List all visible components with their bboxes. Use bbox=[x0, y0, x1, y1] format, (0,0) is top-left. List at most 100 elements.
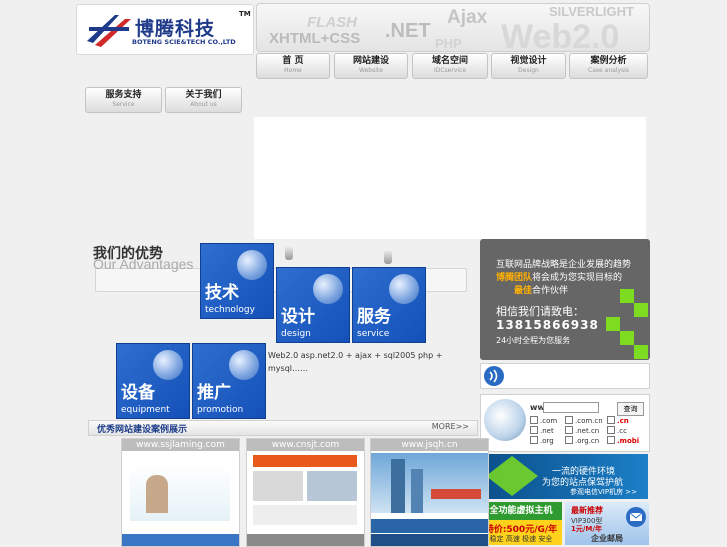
virtual-host-features: 稳定 高速 极速 安全 bbox=[489, 535, 553, 543]
domain-input[interactable] bbox=[543, 402, 599, 413]
domain-option-netcn[interactable]: .net.cn bbox=[565, 426, 599, 435]
domain-option-mobi[interactable]: .mobi bbox=[607, 436, 639, 445]
nav-idc-service[interactable]: 域名空间 IDCservice bbox=[412, 53, 488, 79]
banner-word-php: PHP bbox=[435, 36, 462, 51]
nav-website[interactable]: 网站建设 Website bbox=[334, 53, 408, 79]
decor-square bbox=[620, 289, 634, 303]
promo-line2: 博腾团队将会成为您实现目标的 bbox=[496, 270, 622, 283]
recommend-title: 最新推荐 bbox=[571, 506, 603, 515]
hardware-icon bbox=[486, 456, 538, 496]
nav-case-sub: Case analysis bbox=[588, 67, 629, 74]
tile-service-cn: 服务 bbox=[357, 307, 391, 327]
nav-website-label: 网站建设 bbox=[352, 56, 389, 66]
domain-option-org[interactable]: .org bbox=[530, 436, 554, 445]
chat-icon bbox=[484, 366, 504, 386]
tile-service-en: service bbox=[357, 329, 390, 339]
case-thumb[interactable]: www.cnsjt.com bbox=[246, 438, 365, 547]
cases-title: 优秀网站建设案例展示 bbox=[97, 425, 188, 435]
technology-description: Web2.0 asp.net2.0 + ajax + sql2005 php +… bbox=[268, 351, 443, 373]
case-url: www.cnsjt.com bbox=[247, 439, 364, 451]
nav-website-sub: Website bbox=[359, 67, 383, 74]
nav-service-label: 服务支持 bbox=[105, 90, 142, 100]
cases-more-link[interactable]: MORE>> bbox=[432, 422, 469, 431]
equipment-icon bbox=[153, 350, 183, 380]
nav-home-sub: Home bbox=[284, 67, 302, 74]
promo-line5: 24小时全程为您服务 bbox=[496, 336, 571, 345]
nav-case-label: 案例分析 bbox=[590, 56, 627, 66]
nav-service[interactable]: 服务支持 Service bbox=[85, 87, 162, 113]
domain-option-cn[interactable]: .cn bbox=[607, 416, 629, 425]
enterprise-mail-label: 企业邮局 bbox=[591, 534, 623, 543]
logo-trademark: TM bbox=[239, 10, 251, 18]
tile-promotion-en: promotion bbox=[197, 405, 244, 415]
promo-team: 博腾团队 bbox=[496, 273, 533, 283]
technology-icon bbox=[237, 250, 267, 280]
nav-idc-label: 域名空间 bbox=[431, 56, 468, 66]
case-thumb[interactable]: www.ssjlaming.com bbox=[121, 438, 240, 547]
cases-header: 优秀网站建设案例展示 MORE>> bbox=[88, 420, 478, 436]
tile-design[interactable]: 设计 design bbox=[276, 267, 350, 343]
nav-about[interactable]: 关于我们 About us bbox=[165, 87, 242, 113]
promotion-icon bbox=[229, 350, 259, 380]
case-caption bbox=[122, 534, 239, 546]
tile-promotion-cn: 推广 bbox=[197, 383, 231, 403]
tile-design-cn: 设计 bbox=[281, 307, 315, 327]
service-icon bbox=[389, 274, 419, 304]
case-thumb[interactable]: www.jsqh.cn bbox=[370, 438, 489, 547]
nav-idc-sub: IDCservice bbox=[433, 67, 467, 74]
decor-square bbox=[634, 345, 648, 359]
www-globe-icon bbox=[484, 399, 526, 441]
recommend-ad[interactable]: 最新推荐 VIP300型 1元/M/年 企业邮局 bbox=[565, 502, 649, 545]
logo-name-en: BOTENG SCIE&TECH CO.,LTD bbox=[132, 38, 236, 46]
promo-call: 相信我们请致电： bbox=[496, 305, 584, 318]
nav-design[interactable]: 视觉设计 Design bbox=[491, 53, 566, 79]
nav-about-sub: About us bbox=[190, 101, 217, 108]
mail-icon bbox=[626, 507, 646, 527]
hardware-ad[interactable]: 一流的硬件环境 为您的站点保驾护航 参观电信VIP机房 >> bbox=[480, 454, 648, 499]
tile-service[interactable]: 服务 service bbox=[352, 267, 426, 343]
case-caption bbox=[371, 534, 488, 546]
tech-banner: FLASH XHTML+CSS .NET Ajax PHP SILVERLIGH… bbox=[256, 3, 650, 52]
logo-mark-icon bbox=[87, 15, 131, 47]
tile-equipment-en: equipment bbox=[121, 405, 170, 415]
banner-word-silverlight: SILVERLIGHT bbox=[549, 4, 634, 19]
virtual-host-ad[interactable]: 全功能虚拟主机 特价:500元/G/年 稳定 高速 极速 安全 bbox=[480, 502, 562, 545]
tile-technology[interactable]: 技术 technology bbox=[200, 243, 274, 319]
domain-search-button[interactable]: 查询 bbox=[617, 402, 644, 416]
online-chat-bar[interactable] bbox=[480, 363, 650, 389]
banner-word-net: .NET bbox=[385, 20, 431, 42]
nav-service-sub: Service bbox=[112, 101, 135, 108]
promo-line2b: 将会成为您实现目标的 bbox=[532, 273, 623, 283]
company-logo[interactable]: 博腾科技 BOTENG SCIE&TECH CO.,LTD TM bbox=[76, 4, 254, 55]
domain-option-com[interactable]: .com bbox=[530, 416, 557, 425]
pin-icon bbox=[384, 250, 392, 264]
main-content-area bbox=[254, 117, 646, 239]
decor-square bbox=[620, 331, 634, 345]
case-caption bbox=[247, 534, 364, 546]
promo-line3b: 合作伙伴 bbox=[532, 286, 569, 296]
nav-home[interactable]: 首 页 Home bbox=[256, 53, 330, 79]
banner-word-web2: Web2.0 bbox=[501, 18, 620, 52]
case-url: www.jsqh.cn bbox=[371, 439, 488, 451]
nav-case-analysis[interactable]: 案例分析 Case analysis bbox=[569, 53, 648, 79]
promo-best: 最佳 bbox=[514, 286, 533, 296]
hardware-ad-link: 参观电信VIP机房 >> bbox=[570, 488, 638, 496]
advantages-subtitle: Our Advantages bbox=[93, 256, 194, 272]
virtual-host-title: 全功能虚拟主机 bbox=[480, 502, 562, 520]
promo-line1: 互联网品牌战略是企业发展的趋势 bbox=[496, 260, 632, 270]
nav-design-sub: Design bbox=[518, 67, 539, 74]
case-url: www.ssjlaming.com bbox=[122, 439, 239, 451]
domain-option-comcn[interactable]: .com.cn bbox=[565, 416, 603, 425]
domain-option-cc[interactable]: .cc bbox=[607, 426, 627, 435]
domain-option-orgcn[interactable]: .org.cn bbox=[565, 436, 599, 445]
domain-option-net[interactable]: .net bbox=[530, 426, 554, 435]
decor-square bbox=[634, 303, 648, 317]
promo-line3: 最佳合作伙伴 bbox=[514, 283, 568, 296]
banner-word-flash: FLASH bbox=[307, 14, 357, 31]
tile-equipment[interactable]: 设备 equipment bbox=[116, 343, 190, 419]
logo-name-cn: 博腾科技 bbox=[135, 18, 216, 40]
tile-technology-cn: 技术 bbox=[205, 283, 239, 303]
promo-phone: 13815866938 bbox=[496, 318, 599, 332]
nav-design-label: 视觉设计 bbox=[510, 56, 547, 66]
tile-promotion[interactable]: 推广 promotion bbox=[192, 343, 266, 419]
